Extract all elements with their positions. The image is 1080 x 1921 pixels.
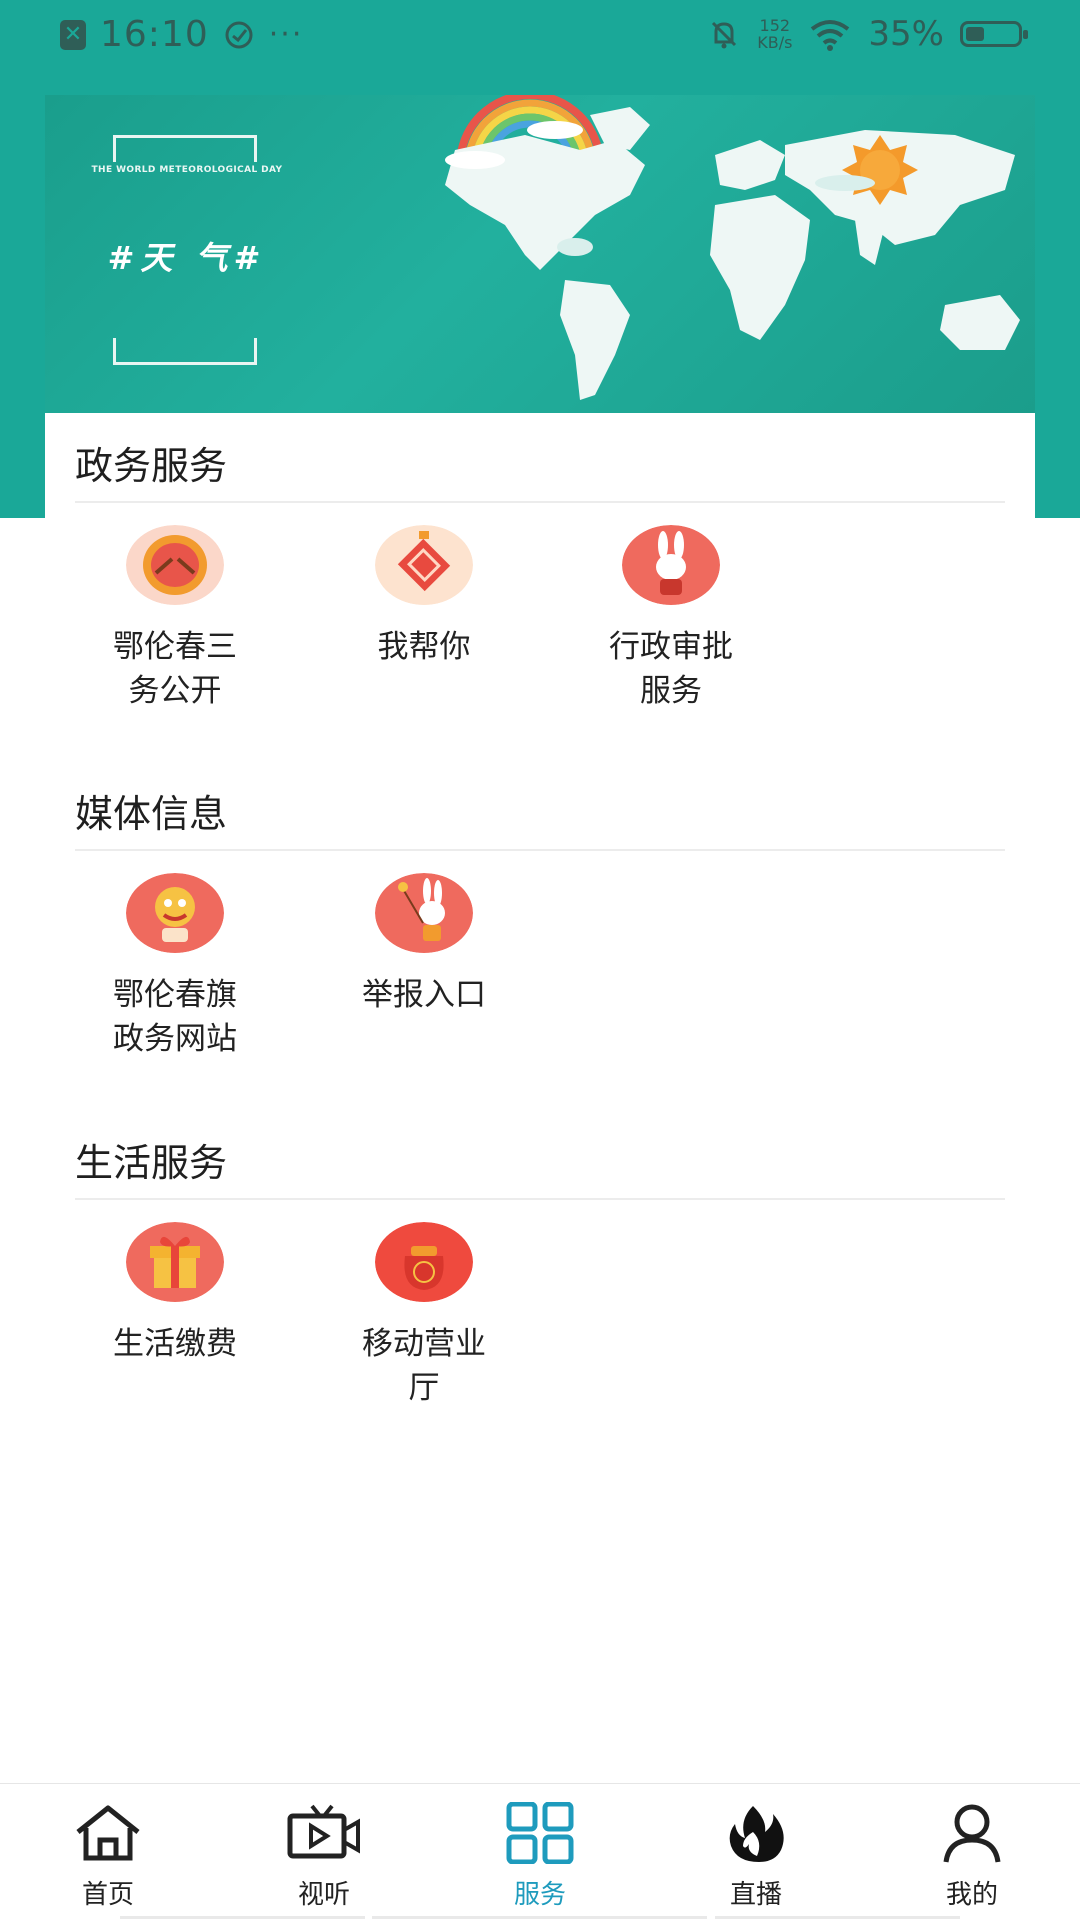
- service-item-label: 我帮你: [377, 629, 471, 665]
- service-item-report-entry[interactable]: 举报入口: [324, 873, 524, 1017]
- tv-video-icon: [287, 1804, 360, 1859]
- sun-graphic: [842, 135, 918, 205]
- rabbit-icon: [622, 525, 720, 605]
- wifi-icon: [811, 20, 850, 51]
- service-item-label: 鄂伦春三务公开: [113, 629, 237, 709]
- status-bar: ✕ 16:10 ··· 152 KB/s 35%: [0, 0, 1080, 70]
- user-icon: [943, 1804, 1001, 1863]
- tab-label: 首页: [81, 1880, 134, 1910]
- drum-icon: [126, 525, 224, 605]
- service-item-label: 移动营业厅: [362, 1326, 486, 1406]
- flame-icon: [729, 1806, 784, 1862]
- service-item-wo-bang-ni[interactable]: 我帮你: [324, 525, 524, 669]
- section-divider: [75, 501, 1005, 503]
- status-time: 16:10: [100, 14, 209, 55]
- tab-live[interactable]: 直播: [686, 1802, 826, 1911]
- lion-dance-icon: [126, 873, 224, 953]
- tab-audio-video[interactable]: 视听: [254, 1802, 394, 1911]
- app-notification-icon: ✕: [60, 19, 86, 50]
- service-item-banner-gov-website[interactable]: 鄂伦春旗政务网站: [75, 873, 275, 1061]
- grid-icon: [506, 1802, 574, 1864]
- banner-title: #天 气#: [107, 239, 267, 277]
- tab-label: 我的: [945, 1880, 998, 1910]
- section-media-info: 媒体信息 鄂伦春旗政务网站 举报入口: [75, 779, 1005, 1057]
- tab-label: 服务: [513, 1880, 566, 1910]
- section-divider: [75, 849, 1005, 851]
- section-title: 媒体信息: [75, 792, 228, 836]
- service-item-label: 行政审批服务: [609, 629, 733, 709]
- service-item-sanwu-public[interactable]: 鄂伦春三务公开: [75, 525, 275, 713]
- service-item-label: 鄂伦春旗政务网站: [113, 977, 237, 1057]
- chinese-knot-icon: [375, 525, 473, 605]
- gift-box-icon: [126, 1222, 224, 1302]
- network-speed-value: 152: [759, 16, 791, 35]
- service-item-admin-approval[interactable]: 行政审批服务: [571, 525, 771, 713]
- world-map-illustration: [445, 95, 1020, 400]
- network-speed: 152 KB/s: [757, 17, 792, 51]
- service-item-mobile-hall[interactable]: 移动营业厅: [324, 1222, 524, 1410]
- banner-subtitle: THE WORLD METEOROLOGICAL DAY: [91, 165, 283, 175]
- battery-fill: [966, 27, 984, 41]
- tab-home[interactable]: 首页: [38, 1802, 178, 1911]
- section-life-services: 生活服务 生活缴费 移动营业厅: [75, 1128, 1005, 1406]
- sync-icon: [225, 21, 253, 48]
- network-speed-unit: KB/s: [757, 33, 793, 52]
- rabbit-lantern-icon: [375, 873, 473, 953]
- service-item-label: 举报入口: [362, 977, 486, 1013]
- bottom-nav: 首页 视听 服务 直播 我的: [0, 1783, 1080, 1921]
- battery-percent: 35%: [868, 14, 944, 54]
- section-divider: [75, 1198, 1005, 1200]
- section-title: 政务服务: [75, 444, 228, 488]
- section-government-services: 政务服务 鄂伦春三务公开 我帮你 行政审批服务: [75, 431, 1005, 709]
- nav-decor-line: [120, 1916, 365, 1919]
- services-card: 政务服务 鄂伦春三务公开 我帮你 行政审批服务 媒体信息 鄂伦春旗政务网站 举报…: [45, 413, 1035, 1783]
- tab-label: 视听: [297, 1880, 350, 1910]
- lucky-bag-icon: [375, 1222, 473, 1302]
- nav-decor-line: [372, 1916, 707, 1919]
- home-icon: [76, 1805, 140, 1861]
- mute-bell-icon: [712, 21, 737, 49]
- service-item-utility-payment[interactable]: 生活缴费: [75, 1222, 275, 1366]
- nav-decor-line: [715, 1916, 960, 1919]
- battery-icon: [960, 21, 1028, 47]
- tab-mine[interactable]: 我的: [902, 1802, 1042, 1911]
- service-item-label: 生活缴费: [113, 1326, 237, 1362]
- tab-services[interactable]: 服务: [470, 1802, 610, 1911]
- weather-banner[interactable]: THE WORLD METEOROLOGICAL DAY #天 气#: [45, 95, 1035, 413]
- more-notifications-dots: ···: [268, 17, 304, 52]
- section-title: 生活服务: [75, 1141, 228, 1185]
- tab-label: 直播: [729, 1880, 782, 1910]
